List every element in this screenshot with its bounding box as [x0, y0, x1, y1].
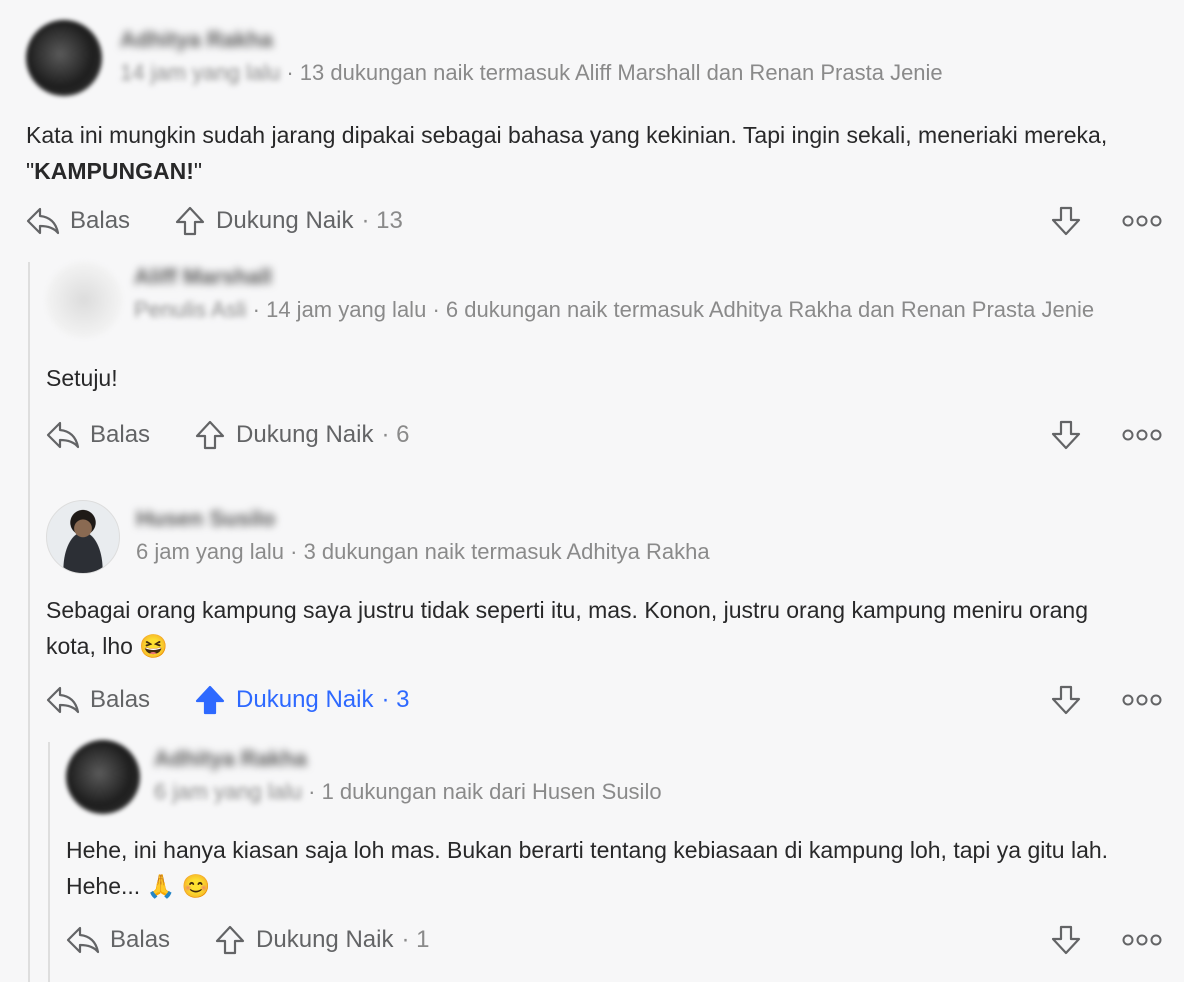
thread-line — [28, 262, 30, 982]
author-role: Penulis Asli — [134, 297, 247, 322]
comment-text-bold: KAMPUNGAN! — [34, 158, 194, 184]
comment-text: Setuju! — [46, 365, 118, 391]
separator: · — [290, 539, 298, 564]
reply-button[interactable]: Balas — [26, 206, 130, 236]
upvote-arrow-icon — [195, 685, 225, 715]
reply-arrow-icon — [46, 686, 80, 714]
separator: · — [381, 421, 390, 448]
comment-text-part: " — [193, 158, 203, 184]
reply-button[interactable]: Balas — [66, 925, 170, 955]
reply-arrow-icon — [26, 207, 60, 235]
upvote-label: Dukung Naik — [216, 207, 354, 234]
separator: · — [401, 926, 410, 953]
upvote-count-value: 6 — [396, 421, 410, 448]
avatar[interactable] — [26, 20, 102, 96]
comment-header: Aliff Marshall Penulis Asli · 14 jam yan… — [46, 262, 1162, 338]
downvote-arrow-icon[interactable] — [1050, 205, 1082, 237]
more-options-icon[interactable] — [1122, 693, 1162, 707]
upvote-count: · 6 — [381, 421, 409, 449]
upvote-label: Dukung Naik — [256, 926, 394, 953]
comment-meta: 6 jam yang lalu · 3 dukungan naik termas… — [136, 534, 710, 570]
upvote-info[interactable]: 1 dukungan naik dari Husen Susilo — [322, 779, 662, 804]
separator: · — [381, 686, 390, 713]
upvote-arrow-icon — [195, 420, 225, 450]
comment-header: Husen Susilo 6 jam yang lalu · 3 dukunga… — [46, 500, 1162, 574]
reply-button[interactable]: Balas — [46, 420, 150, 450]
timestamp: 6 jam yang lalu — [154, 779, 302, 804]
reply-label: Balas — [70, 207, 131, 234]
upvote-info[interactable]: 6 dukungan naik termasuk Adhitya Rakha d… — [446, 297, 1094, 322]
comment: Aliff Marshall Penulis Asli · 14 jam yan… — [46, 262, 1162, 455]
more-options-icon[interactable] — [1122, 428, 1162, 442]
comment-actions: Balas Dukung Naik · 6 — [46, 415, 1162, 455]
downvote-arrow-icon[interactable] — [1050, 924, 1082, 956]
separator: · — [432, 297, 440, 322]
separator: · — [252, 297, 260, 322]
avatar[interactable] — [66, 740, 140, 814]
upvote-label: Dukung Naik — [236, 421, 374, 448]
upvote-button[interactable]: Dukung Naik · 13 — [174, 205, 403, 237]
avatar[interactable] — [46, 500, 120, 574]
upvote-count-value: 3 — [396, 686, 410, 713]
downvote-arrow-icon[interactable] — [1050, 419, 1082, 451]
comment-actions: Balas Dukung Naik · 3 — [46, 680, 1162, 720]
comment-actions: Balas Dukung Naik · 13 — [26, 201, 1162, 241]
timestamp: 6 jam yang lalu — [136, 539, 284, 564]
timestamp: 14 jam yang lalu — [266, 297, 427, 322]
reply-label: Balas — [90, 421, 151, 448]
more-options-icon[interactable] — [1122, 214, 1162, 228]
comment-text: Hehe, ini hanya kiasan saja loh mas. Buk… — [66, 837, 1109, 899]
reply-button[interactable]: Balas — [46, 685, 150, 715]
author-name[interactable]: Adhitya Rakha — [120, 25, 943, 55]
upvote-count: · 3 — [381, 686, 409, 714]
comment-meta: 14 jam yang lalu · 13 dukungan naik term… — [120, 55, 943, 91]
reply-label: Balas — [110, 926, 171, 953]
comment: Adhitya Rakha 6 jam yang lalu · 1 dukung… — [66, 740, 1162, 960]
upvote-count: · 1 — [401, 926, 429, 954]
upvote-button[interactable]: Dukung Naik · 6 — [194, 419, 409, 451]
comment: Husen Susilo 6 jam yang lalu · 3 dukunga… — [46, 500, 1162, 720]
timestamp: 14 jam yang lalu — [120, 60, 281, 85]
comment-meta: 6 jam yang lalu · 1 dukungan naik dari H… — [154, 774, 662, 810]
comment-meta: Penulis Asli · 14 jam yang lalu · 6 duku… — [134, 292, 1164, 328]
avatar[interactable] — [46, 262, 122, 338]
separator: · — [308, 779, 316, 804]
separator: · — [286, 60, 294, 85]
separator: · — [361, 207, 370, 234]
upvote-count-value: 1 — [416, 926, 430, 953]
upvote-arrow-icon — [175, 206, 205, 236]
upvote-count: · 13 — [361, 207, 402, 235]
upvote-button[interactable]: Dukung Naik · 1 — [214, 924, 429, 956]
author-name[interactable]: Husen Susilo — [136, 504, 710, 534]
reply-arrow-icon — [66, 926, 100, 954]
comment-actions: Balas Dukung Naik · 1 — [66, 920, 1162, 960]
comment-text: Sebagai orang kampung saya justru tidak … — [46, 597, 1088, 659]
comment-header: Adhitya Rakha 6 jam yang lalu · 1 dukung… — [66, 740, 1162, 814]
downvote-arrow-icon[interactable] — [1050, 684, 1082, 716]
upvote-count-value: 13 — [376, 207, 403, 234]
reply-label: Balas — [90, 686, 151, 713]
comment-text: Kata ini mungkin sudah jarang dipakai se… — [26, 117, 1126, 189]
upvote-button[interactable]: Dukung Naik · 3 — [194, 684, 409, 716]
upvote-arrow-icon — [215, 925, 245, 955]
comment-header: Adhitya Rakha 14 jam yang lalu · 13 duku… — [26, 20, 1162, 96]
thread-line — [48, 742, 50, 982]
upvote-info[interactable]: 13 dukungan naik termasuk Aliff Marshall… — [300, 60, 943, 85]
more-options-icon[interactable] — [1122, 933, 1162, 947]
reply-arrow-icon — [46, 421, 80, 449]
comment: Adhitya Rakha 14 jam yang lalu · 13 duku… — [26, 20, 1162, 241]
upvote-info[interactable]: 3 dukungan naik termasuk Adhitya Rakha — [304, 539, 710, 564]
upvote-label: Dukung Naik — [236, 686, 374, 713]
author-name[interactable]: Adhitya Rakha — [154, 744, 662, 774]
author-name[interactable]: Aliff Marshall — [134, 262, 1164, 292]
